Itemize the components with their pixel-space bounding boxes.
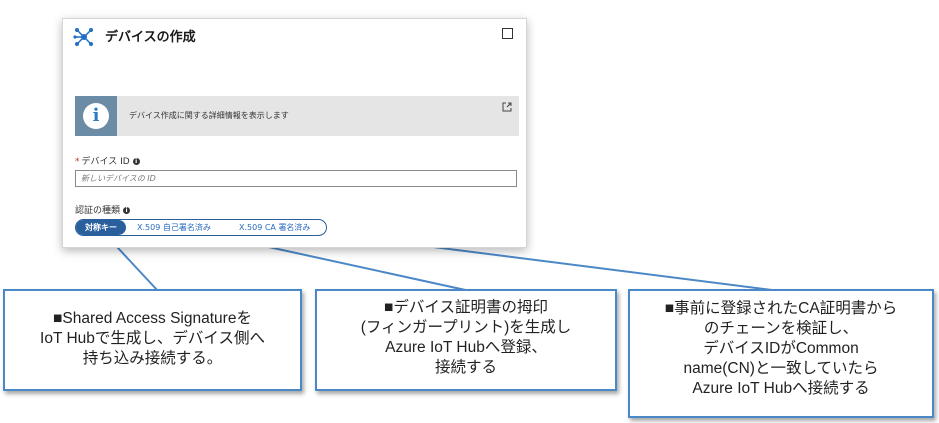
info-banner-text: デバイス作成に関する詳細情報を表示します: [129, 111, 289, 120]
callout-line: のチェーンを検証し、: [703, 320, 859, 337]
callout-line: IoT Hubで生成し、デバイス側へ: [40, 330, 265, 347]
auth-type-info-icon[interactable]: i: [123, 207, 131, 214]
callout-line: 接続する: [434, 359, 497, 376]
auth-type-selector: 対称キー X.509 自己署名済み X.509 CA 署名済み: [75, 219, 327, 236]
callout-line: ■事前に登録されたCA証明書から: [664, 300, 898, 317]
callout-line: Azure IoT Hubへ登録、: [385, 339, 547, 356]
auth-option-symmetric-key[interactable]: 対称キー: [76, 220, 126, 235]
maximize-icon[interactable]: [502, 28, 513, 39]
device-id-info-icon[interactable]: i: [132, 158, 140, 165]
panel-header: デバイスの作成: [63, 19, 526, 53]
info-icon: i: [83, 103, 109, 129]
panel-title: デバイスの作成: [105, 30, 196, 45]
create-device-panel: デバイスの作成 i デバイス作成に関する詳細情報を表示します * デバイス ID i…: [62, 18, 527, 248]
device-id-label-text: デバイス ID: [81, 157, 130, 167]
callout-line: name(CN)と一致していたら: [683, 360, 879, 377]
callout-line: (フィンガープリント)を生成し: [360, 319, 572, 336]
auth-type-label: 認証の種類 i: [75, 203, 131, 216]
required-mark: *: [75, 157, 80, 167]
callout-line: デバイスIDがCommon: [703, 340, 859, 357]
callout-x509-self-signed: ■デバイス証明書の拇印 (フィンガープリント)を生成し Azure IoT Hu…: [315, 289, 617, 391]
callout-line: ■デバイス証明書の拇印: [384, 299, 548, 316]
device-id-input[interactable]: [75, 170, 517, 187]
auth-option-x509-self-signed[interactable]: X.509 自己署名済み: [137, 220, 211, 235]
callout-line: ■Shared Access Signatureを: [53, 310, 252, 327]
callout-symmetric-key: ■Shared Access Signatureを IoT Hubで生成し、デバ…: [3, 289, 302, 391]
device-id-label: * デバイス ID i: [75, 154, 140, 167]
iot-hub-icon: [73, 28, 93, 46]
callout-line: Azure IoT Hubへ接続する: [692, 380, 870, 397]
info-badge: i: [75, 96, 117, 136]
auth-type-label-text: 認証の種類: [75, 206, 121, 216]
external-link-icon[interactable]: [502, 102, 512, 112]
callout-line: 持ち込み接続する。: [82, 350, 223, 367]
info-banner[interactable]: i デバイス作成に関する詳細情報を表示します: [75, 96, 519, 136]
callout-x509-ca-signed: ■事前に登録されたCA証明書から のチェーンを検証し、 デバイスIDがCommo…: [628, 289, 934, 418]
auth-option-x509-ca-signed[interactable]: X.509 CA 署名済み: [239, 220, 310, 235]
